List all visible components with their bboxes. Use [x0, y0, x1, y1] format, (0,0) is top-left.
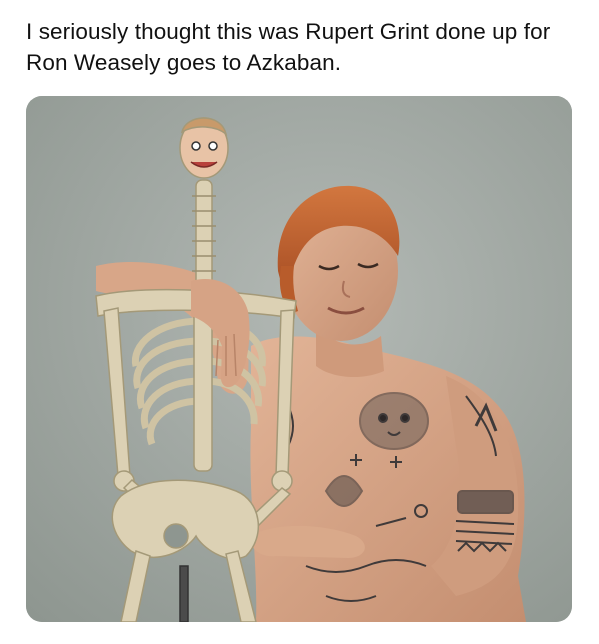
skeleton-stand	[179, 565, 189, 622]
meme-post: I seriously thought this was Rupert Grin…	[0, 0, 599, 644]
photo-illustration	[26, 96, 572, 622]
post-photo[interactable]	[26, 96, 572, 622]
skeleton-pelvis	[111, 479, 260, 560]
post-caption: I seriously thought this was Rupert Grin…	[26, 19, 551, 75]
